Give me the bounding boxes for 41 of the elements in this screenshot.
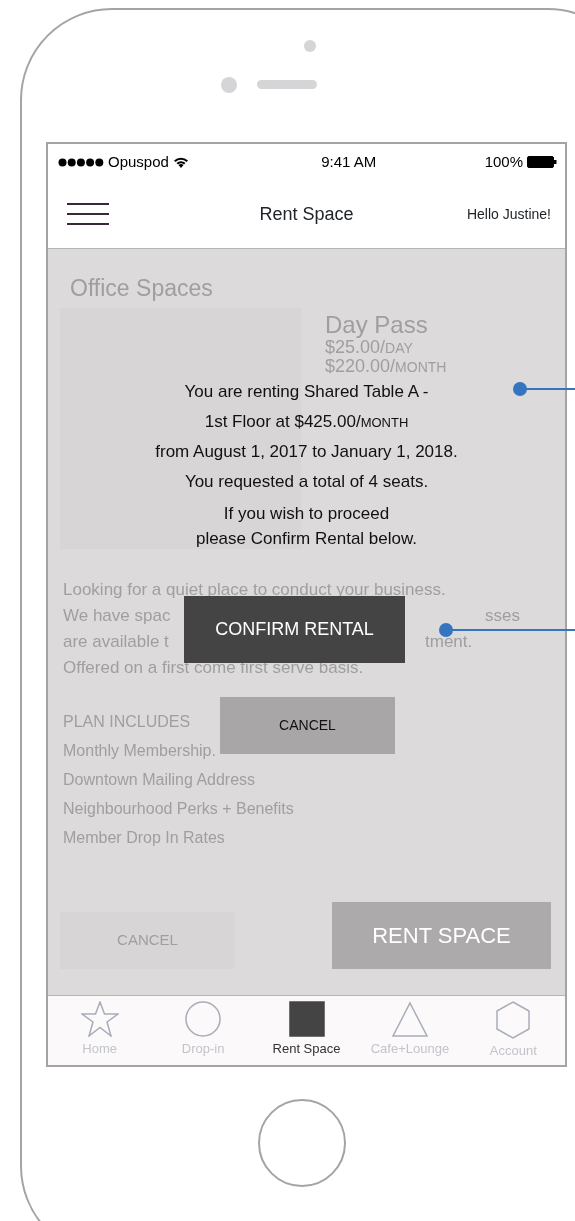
section-heading: Office Spaces xyxy=(70,274,213,303)
speaker-icon xyxy=(257,80,317,89)
wifi-icon xyxy=(172,156,189,168)
greeting-text: Hello Justine! xyxy=(466,204,551,224)
menu-icon[interactable] xyxy=(66,202,110,226)
includes-heading: PLAN INCLUDES xyxy=(63,711,191,732)
sensor-icon xyxy=(221,77,237,93)
status-time: 9:41 AM xyxy=(321,151,377,172)
included-item: Monthly Membership. xyxy=(63,740,216,761)
dialog-note: If you wish to proceed please Confirm Rental below. xyxy=(195,503,418,550)
circle-icon xyxy=(185,1001,222,1037)
tab[interactable]: Cafe+Lounge xyxy=(358,996,462,1065)
leader-line xyxy=(513,382,575,396)
confirm-button[interactable]: CONFIRM RENTAL xyxy=(184,596,405,663)
description-text: tment. xyxy=(425,630,473,653)
included-item: Downtown Mailing Address xyxy=(63,769,256,790)
included-item: Neighbourhood Perks + Benefits xyxy=(63,798,294,819)
plan-price: $25.00/DAY xyxy=(325,337,413,357)
dialog-message: You are renting Shared Table A - 1st Floor at $425.00/MONTH from August 1, 2017 to January 1, 2018. You requested a total of 4 seats. xyxy=(155,381,458,493)
carrier-name: Opuspod xyxy=(108,151,169,172)
description-text: We have spac xyxy=(63,604,171,627)
square-icon xyxy=(288,1001,325,1037)
screen-title: Rent Space xyxy=(259,203,354,224)
battery-percent: 100% xyxy=(484,151,523,172)
tab[interactable]: Home xyxy=(48,996,152,1065)
star-icon xyxy=(80,1001,119,1037)
battery-icon xyxy=(527,156,557,168)
plan-name: Day Pass xyxy=(325,311,428,338)
rent-space-button[interactable]: RENT SPACE xyxy=(332,901,551,969)
triangle-icon xyxy=(391,1001,428,1037)
tab[interactable]: Account xyxy=(461,996,566,1065)
camera-icon xyxy=(304,40,316,52)
cancel-button[interactable]: CANCEL xyxy=(220,697,395,754)
plan-price: $220.00/MONTH xyxy=(325,356,447,376)
tab[interactable]: Drop-in xyxy=(151,996,255,1065)
included-item: Member Drop In Rates xyxy=(63,827,225,848)
description-text: sses xyxy=(485,604,520,627)
tab[interactable]: Rent Space xyxy=(254,996,359,1065)
hexagon-icon xyxy=(496,1001,531,1039)
description-text: are available t xyxy=(63,630,169,653)
signal-icon xyxy=(58,157,104,167)
